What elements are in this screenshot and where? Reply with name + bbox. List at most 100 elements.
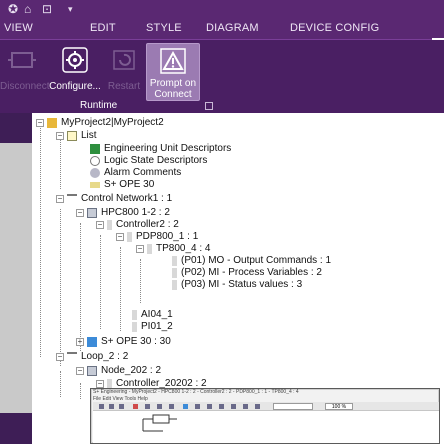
point-icon bbox=[172, 256, 177, 266]
toolbar-icon[interactable] bbox=[255, 404, 260, 409]
home-icon[interactable]: ⌂ bbox=[24, 2, 31, 16]
open-icon[interactable]: ⊡ bbox=[42, 2, 52, 16]
logic-state-icon bbox=[90, 156, 100, 166]
tree-item-list[interactable]: − List bbox=[56, 130, 97, 142]
engineering-units-icon bbox=[90, 144, 100, 154]
tree-item-hpc800[interactable]: − HPC800 1-2 : 2 bbox=[76, 207, 170, 219]
tree-connector bbox=[60, 137, 61, 189]
restart-button[interactable]: Restart bbox=[104, 43, 144, 101]
inset-diagram bbox=[142, 414, 177, 432]
tree-item-logic-states[interactable]: Logic State Descriptors bbox=[90, 155, 207, 167]
ope-station-icon bbox=[87, 337, 97, 347]
collapse-icon[interactable]: − bbox=[116, 233, 124, 241]
point-icon bbox=[172, 280, 177, 290]
collapse-icon[interactable]: − bbox=[136, 245, 144, 253]
tree-connector bbox=[120, 247, 121, 331]
inset-zoom-dropdown[interactable]: 100 % bbox=[325, 403, 353, 410]
alarm-icon bbox=[90, 168, 100, 178]
menu-view[interactable]: VIEW bbox=[4, 22, 33, 34]
loop-icon bbox=[67, 352, 77, 362]
collapse-icon[interactable]: − bbox=[56, 132, 64, 140]
inset-canvas bbox=[93, 411, 439, 443]
tree-connector bbox=[80, 383, 81, 399]
collapse-icon[interactable]: − bbox=[36, 119, 44, 127]
collapse-icon[interactable]: − bbox=[96, 380, 104, 388]
tree-item-p02[interactable]: (P02) MI - Process Variables : 2 bbox=[172, 267, 322, 279]
controller-icon bbox=[107, 220, 112, 230]
ope-icon bbox=[90, 182, 100, 188]
collapse-icon[interactable]: − bbox=[96, 221, 104, 229]
ribbon: Disconnect Configure... Restart Prompt o… bbox=[0, 40, 444, 113]
customize-dropdown-icon[interactable]: ▾ bbox=[68, 2, 73, 16]
collapse-icon[interactable]: − bbox=[56, 353, 64, 361]
tree-item-tp800[interactable]: − TP800_4 : 4 bbox=[136, 243, 210, 255]
point-icon bbox=[172, 268, 177, 278]
toolbar-icon[interactable] bbox=[119, 404, 124, 409]
tree-item-controller2[interactable]: − Controller2 : 2 bbox=[96, 219, 179, 231]
disconnect-icon bbox=[8, 52, 36, 68]
collapse-icon[interactable]: − bbox=[76, 209, 84, 217]
toolbar-icon[interactable] bbox=[207, 404, 212, 409]
tree-item-node202[interactable]: − Node_202 : 2 bbox=[76, 365, 161, 377]
tree-connector bbox=[40, 125, 41, 357]
toolbar-icon[interactable] bbox=[145, 404, 150, 409]
toolbar-icon[interactable] bbox=[183, 404, 188, 409]
app-icon[interactable]: ✪ bbox=[8, 2, 18, 16]
tree-item-p01[interactable]: (P01) MO - Output Commands : 1 bbox=[172, 255, 331, 267]
folder-icon bbox=[47, 118, 57, 128]
tree-item-ope-list[interactable]: S+ OPE 30 bbox=[90, 179, 154, 191]
tree-connector bbox=[60, 371, 61, 397]
disconnect-button[interactable]: Disconnect bbox=[0, 43, 50, 101]
warning-icon bbox=[160, 48, 186, 74]
tree-item-loop2[interactable]: − Loop_2 : 2 bbox=[56, 351, 128, 363]
prompt-on-connect-button[interactable]: Prompt on Connect bbox=[146, 43, 200, 101]
tree-item-engineering-units[interactable]: Engineering Unit Descriptors bbox=[90, 143, 231, 155]
toolbar-icon[interactable] bbox=[133, 404, 138, 409]
collapse-icon[interactable]: − bbox=[56, 195, 64, 203]
configure-button[interactable]: Configure... bbox=[48, 43, 102, 101]
toolbar-icon[interactable] bbox=[231, 404, 236, 409]
pdp-icon bbox=[127, 232, 132, 242]
configure-gear-icon bbox=[62, 47, 88, 73]
inset-toolbar: 100 % bbox=[93, 402, 439, 411]
pi-icon bbox=[132, 322, 137, 332]
tree-item-ai04[interactable]: AI04_1 bbox=[132, 309, 173, 321]
restart-label: Restart bbox=[107, 81, 141, 92]
toolbar-icon[interactable] bbox=[99, 404, 104, 409]
menu-device-config[interactable]: DEVICE CONFIG bbox=[290, 22, 379, 34]
toolbar-icon[interactable] bbox=[157, 404, 162, 409]
dialog-launcher-icon[interactable] bbox=[205, 102, 213, 110]
tree-item-alarm-comments[interactable]: Alarm Comments bbox=[90, 167, 181, 179]
tree-item-root[interactable]: − MyProject2|MyProject2 bbox=[36, 117, 164, 129]
node-icon bbox=[87, 366, 97, 376]
menu-style[interactable]: STYLE bbox=[146, 22, 182, 34]
tp-icon bbox=[147, 244, 152, 254]
prompt-on-connect-label-line1: Prompt on bbox=[149, 78, 197, 89]
tree-item-control-network[interactable]: − Control Network1 : 1 bbox=[56, 193, 172, 205]
menu-edit[interactable]: EDIT bbox=[90, 22, 116, 34]
restart-icon bbox=[113, 50, 135, 70]
toolbar-icon[interactable] bbox=[219, 404, 224, 409]
list-icon bbox=[67, 131, 77, 141]
tree-item-p03[interactable]: (P03) MI - Status values : 3 bbox=[172, 279, 302, 291]
toolbar-icon[interactable] bbox=[243, 404, 248, 409]
runtime-group-label: Runtime bbox=[80, 100, 118, 111]
menu-bar: VIEW EDIT STYLE DIAGRAM DEVICE CONFIG bbox=[0, 18, 444, 58]
configure-label: Configure... bbox=[49, 81, 101, 92]
inset-dropdown[interactable] bbox=[273, 403, 313, 410]
tree-item-pi01[interactable]: PI01_2 bbox=[132, 321, 173, 333]
toolbar-icon[interactable] bbox=[169, 404, 174, 409]
inset-window-preview: S+ Engineering - MyProject2 - HPC800 1-2… bbox=[90, 388, 440, 444]
tree-item-pdp800[interactable]: − PDP800_1 : 1 bbox=[116, 231, 198, 243]
ai-icon bbox=[132, 310, 137, 320]
inset-title: S+ Engineering - MyProject2 - HPC800 1-2… bbox=[93, 389, 299, 395]
title-bar: ✪ ⌂ ⊡ ▾ bbox=[0, 0, 444, 18]
toolbar-icon[interactable] bbox=[195, 404, 200, 409]
menu-diagram[interactable]: DIAGRAM bbox=[206, 22, 259, 34]
tree-connector bbox=[140, 259, 141, 303]
collapse-icon[interactable]: − bbox=[76, 367, 84, 375]
toolbar-icon[interactable] bbox=[109, 404, 114, 409]
disconnect-label: Disconnect bbox=[0, 81, 50, 92]
tree-item-ope30[interactable]: + S+ OPE 30 : 30 bbox=[76, 336, 171, 348]
expand-icon[interactable]: + bbox=[76, 338, 84, 346]
